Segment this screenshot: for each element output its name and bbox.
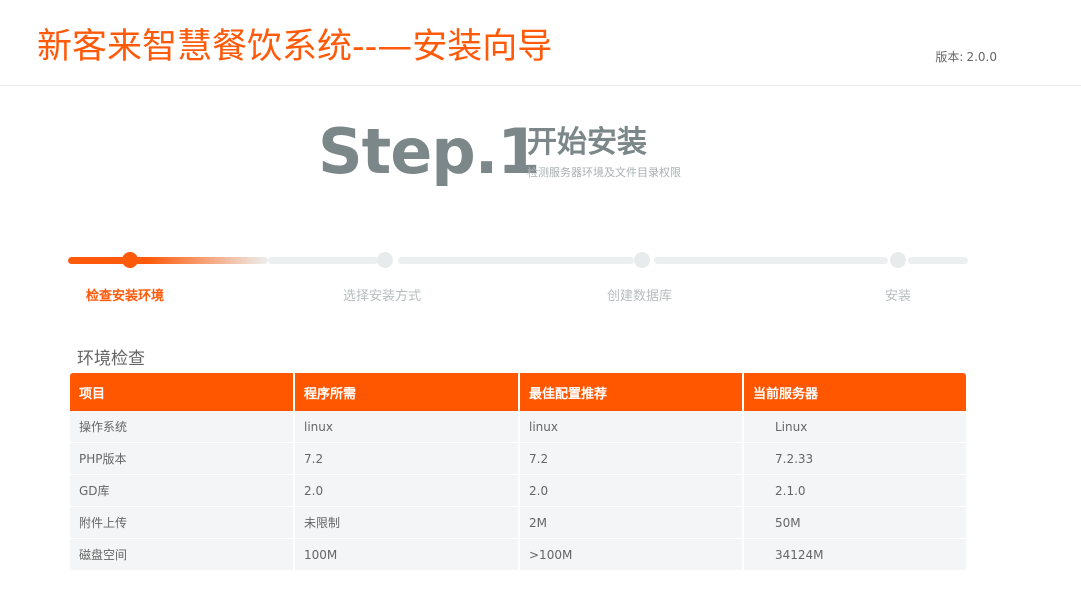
install-progress [68, 248, 968, 278]
table-cell: 100M [295, 539, 520, 571]
progress-track-4 [908, 257, 968, 264]
column-header-required: 程序所需 [295, 373, 520, 411]
table-header-row: 项目 程序所需 最佳配置推荐 当前服务器 [70, 373, 966, 411]
table-cell: Linux [744, 411, 966, 443]
progress-track-1b [268, 257, 378, 264]
table-cell: 磁盘空间 [70, 539, 295, 571]
table-cell: 50M [744, 507, 966, 539]
step-dot-2 [377, 252, 393, 268]
version-label: 版本: [935, 50, 964, 64]
step-dot-3 [634, 252, 650, 268]
table-cell: 操作系统 [70, 411, 295, 443]
column-header-item: 项目 [70, 373, 295, 411]
step-dot-1 [122, 252, 138, 268]
progress-track-2 [398, 257, 634, 264]
version-info: 版本: 2.0.0 [935, 48, 997, 65]
step-dot-4 [890, 252, 906, 268]
step-heading: 开始安装 [527, 125, 647, 160]
version-number: 2.0.0 [966, 50, 997, 64]
table-cell: PHP版本 [70, 443, 295, 475]
table-cell: >100M [520, 539, 744, 571]
table-cell: 34124M [744, 539, 966, 571]
env-check-title: 环境检查 [77, 349, 145, 369]
table-cell: linux [295, 411, 520, 443]
table-cell: 2M [520, 507, 744, 539]
table-row: 操作系统 linux linux Linux [70, 411, 966, 443]
column-header-recommended: 最佳配置推荐 [520, 373, 744, 411]
step-label-install: 安装 [885, 289, 912, 304]
step-label-install-method: 选择安装方式 [343, 289, 422, 304]
step-label-create-db: 创建数据库 [607, 289, 673, 304]
progress-track-1 [68, 257, 268, 264]
table-cell: 2.1.0 [744, 475, 966, 507]
table-row: 附件上传 未限制 2M 50M [70, 507, 966, 539]
table-cell: GD库 [70, 475, 295, 507]
column-header-current: 当前服务器 [744, 373, 966, 411]
progress-track-3 [654, 257, 888, 264]
table-cell: 7.2.33 [744, 443, 966, 475]
table-cell: 2.0 [520, 475, 744, 507]
step-subtitle: 检测服务器环境及文件目录权限 [527, 166, 681, 179]
table-row: 磁盘空间 100M >100M 34124M [70, 539, 966, 571]
table-cell: 7.2 [295, 443, 520, 475]
app-title: 新客来智慧餐饮系统--—安装向导 [37, 27, 553, 67]
table-cell: linux [520, 411, 744, 443]
step-label-check-env: 检查安装环境 [86, 289, 165, 304]
table-row: GD库 2.0 2.0 2.1.0 [70, 475, 966, 507]
step-number: Step.1 [318, 115, 540, 188]
header: 新客来智慧餐饮系统--—安装向导 版本: 2.0.0 [0, 0, 1081, 86]
table-cell: 附件上传 [70, 507, 295, 539]
table-row: PHP版本 7.2 7.2 7.2.33 [70, 443, 966, 475]
table-cell: 2.0 [295, 475, 520, 507]
table-cell: 7.2 [520, 443, 744, 475]
table-cell: 未限制 [295, 507, 520, 539]
env-check-table: 项目 程序所需 最佳配置推荐 当前服务器 操作系统 linux linux Li… [70, 373, 966, 571]
